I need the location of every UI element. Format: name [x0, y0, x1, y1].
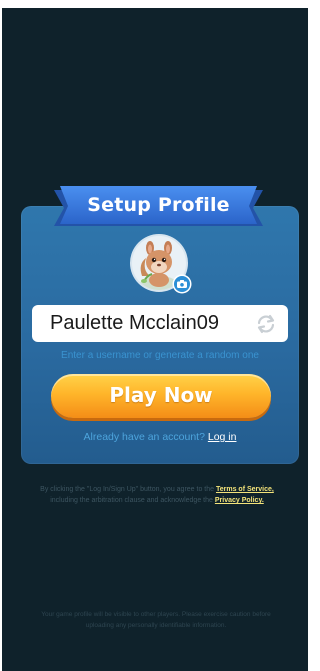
- login-prompt-text: Already have an account?: [83, 431, 205, 443]
- play-now-label: Play Now: [109, 383, 213, 407]
- privacy-policy-link[interactable]: Privacy Policy.: [215, 497, 264, 504]
- change-avatar-button[interactable]: [174, 276, 190, 292]
- camera-icon: [177, 280, 187, 288]
- page-title: Setup Profile: [87, 194, 230, 216]
- terms-of-service-link[interactable]: Terms of Service,: [216, 486, 274, 493]
- login-prompt: Already have an account? Log in: [21, 431, 299, 443]
- privacy-warning: Your game profile will be visible to oth…: [41, 611, 271, 629]
- legal-notice: By clicking the "Log In/Sign Up" button,…: [6, 484, 308, 506]
- username-field[interactable]: [32, 305, 288, 342]
- legal-text-2: including the arbitration clause and ack…: [50, 497, 213, 504]
- app-screen: Setup Profile Paulette Mcclain09 Enter a…: [2, 8, 308, 671]
- refresh-icon[interactable]: [255, 313, 277, 335]
- username-hint: Enter a username or generate a random on…: [61, 350, 259, 361]
- username-input[interactable]: [50, 311, 246, 336]
- legal-text-1: By clicking the "Log In/Sign Up" button,…: [40, 486, 215, 493]
- login-link[interactable]: Log in: [208, 431, 237, 443]
- title-ribbon: Setup Profile: [54, 186, 263, 230]
- play-now-button[interactable]: Play Now: [51, 374, 271, 418]
